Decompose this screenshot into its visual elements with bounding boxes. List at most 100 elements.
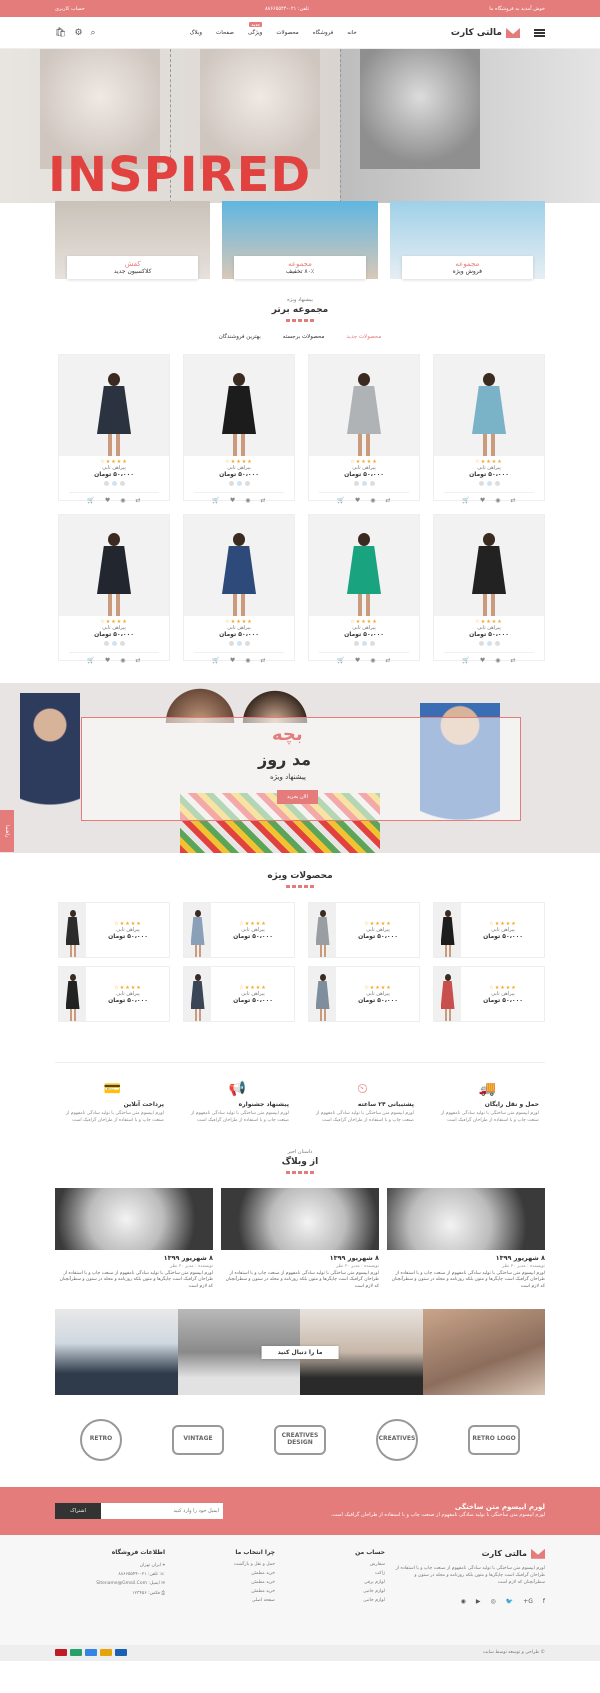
compare-icon[interactable]: ⇄: [386, 657, 391, 664]
blog-card[interactable]: ۸ شهریور ۱۳۹۹ نویسنده : مدیر ۲۰ نظر لورم…: [55, 1187, 213, 1291]
category-card[interactable]: مجموعه ۸۰٪ تخفیف: [222, 201, 378, 279]
gallery-image[interactable]: [422, 1308, 545, 1395]
settings-icon[interactable]: ⚙: [74, 28, 82, 38]
cart-icon[interactable]: 🛒: [337, 497, 344, 504]
color-swatch[interactable]: [486, 641, 492, 646]
footer-link[interactable]: خرید مطمئن: [175, 1589, 275, 1594]
tab-best-sellers[interactable]: بهترین فروشندگان: [219, 334, 261, 340]
product-image[interactable]: [59, 355, 169, 456]
cart-icon[interactable]: 🛒: [462, 497, 469, 504]
color-swatch[interactable]: [228, 481, 234, 486]
color-swatch[interactable]: [369, 641, 375, 646]
instagram-icon[interactable]: ◎: [490, 1598, 495, 1605]
brand-logo[interactable]: CREATIVES: [376, 1418, 418, 1461]
product-image[interactable]: [184, 515, 294, 616]
color-swatch[interactable]: [119, 481, 125, 486]
email-text[interactable]: ایمیل: Sitename@Gmail.Com: [96, 1581, 160, 1586]
subscribe-button[interactable]: اشتراک: [55, 1502, 101, 1519]
featured-product-card[interactable]: ★★★★☆ پیراهن تابی ۵۰،۰۰۰ تومان: [433, 902, 545, 958]
shop-now-button[interactable]: الان بخرید: [277, 790, 318, 804]
featured-product-card[interactable]: ★★★★☆ پیراهن تابی ۵۰،۰۰۰ تومان: [308, 902, 420, 958]
color-swatch[interactable]: [361, 641, 367, 646]
product-card[interactable]: ★★★★☆ پیراهن تابی ۵۰،۰۰۰ تومان ⇄ ◉ ♥ 🛒: [183, 514, 295, 664]
product-image[interactable]: [434, 355, 544, 456]
product-image[interactable]: [309, 515, 419, 616]
search-icon[interactable]: ⌕: [91, 28, 96, 38]
color-swatch[interactable]: [119, 641, 125, 646]
product-image[interactable]: [309, 355, 419, 456]
cart-icon[interactable]: 🛍: [55, 28, 66, 38]
brand-logo[interactable]: VINTAGE: [172, 1424, 224, 1455]
quick-view-icon[interactable]: ◉: [370, 657, 375, 664]
brand-logo[interactable]: RETRO: [80, 1418, 122, 1461]
product-image[interactable]: [309, 967, 336, 1021]
color-swatch[interactable]: [244, 481, 250, 486]
color-swatch[interactable]: [361, 481, 367, 486]
blog-card[interactable]: ۸ شهریور ۱۳۹۹ نویسنده : مدیر ۲۰ نظر لورم…: [387, 1187, 545, 1291]
footer-link[interactable]: لوازم جانبی: [285, 1598, 385, 1603]
tab-featured-products[interactable]: محصولات برجسته: [283, 334, 325, 340]
brand-logo[interactable]: CREATIVES DESIGN: [274, 1424, 326, 1455]
video-icon[interactable]: ▶: [476, 1598, 481, 1605]
hero-slider[interactable]: INSPIRED: [0, 49, 600, 203]
menu-icon[interactable]: [534, 29, 545, 37]
nav-item-pages[interactable]: صفحات: [216, 30, 234, 36]
footer-logo[interactable]: مالتی کارت: [395, 1548, 545, 1559]
color-swatch[interactable]: [111, 481, 117, 486]
product-card[interactable]: ★★★★☆ پیراهن تابی ۵۰،۰۰۰ تومان ⇄ ◉ ♥ 🛒: [58, 514, 170, 664]
nav-item-shop[interactable]: فروشگاه: [313, 30, 334, 36]
rss-icon[interactable]: ◉: [461, 1598, 466, 1605]
product-image[interactable]: [434, 515, 544, 616]
heart-icon[interactable]: ♥: [230, 497, 235, 504]
color-swatch[interactable]: [228, 641, 234, 646]
product-image[interactable]: [184, 355, 294, 456]
follow-us-button[interactable]: ما را دنبال کنید: [261, 1345, 339, 1359]
product-image[interactable]: [59, 515, 169, 616]
heart-icon[interactable]: ♥: [480, 497, 485, 504]
product-image[interactable]: [184, 903, 211, 957]
product-card[interactable]: ★★★★☆ پیراهن تابی ۵۰،۰۰۰ تومان ⇄ ◉ ♥ 🛒: [183, 354, 295, 504]
featured-product-card[interactable]: ★★★★☆ پیراهن تابی ۵۰،۰۰۰ تومان: [308, 966, 420, 1022]
footer-link[interactable]: حمل و نقل و بازگشت: [175, 1562, 275, 1567]
quick-view-icon[interactable]: ◉: [495, 497, 500, 504]
color-swatch[interactable]: [103, 641, 109, 646]
facebook-icon[interactable]: f: [543, 1598, 545, 1605]
featured-product-card[interactable]: ★★★★☆ پیراهن تابی ۵۰،۰۰۰ تومان: [183, 966, 295, 1022]
compare-icon[interactable]: ⇄: [136, 657, 141, 664]
color-swatch[interactable]: [111, 641, 117, 646]
nav-item-blog[interactable]: وبلاگ: [190, 30, 202, 36]
compare-icon[interactable]: ⇄: [136, 497, 141, 504]
featured-product-card[interactable]: ★★★★☆ پیراهن تابی ۵۰،۰۰۰ تومان: [433, 966, 545, 1022]
quick-view-icon[interactable]: ◉: [120, 657, 125, 664]
twitter-icon[interactable]: 🐦: [506, 1598, 513, 1605]
color-swatch[interactable]: [478, 481, 484, 486]
cart-icon[interactable]: 🛒: [212, 657, 219, 664]
featured-product-card[interactable]: ★★★★☆ پیراهن تابی ۵۰،۰۰۰ تومان: [58, 966, 170, 1022]
email-field[interactable]: [101, 1502, 223, 1519]
color-swatch[interactable]: [353, 641, 359, 646]
footer-link[interactable]: صفحه اصلی: [175, 1598, 275, 1603]
compare-icon[interactable]: ⇄: [386, 497, 391, 504]
google-plus-icon[interactable]: G+: [523, 1598, 533, 1605]
product-card[interactable]: ★★★★☆ پیراهن تابی ۵۰،۰۰۰ تومان ⇄ ◉ ♥ 🛒: [308, 514, 420, 664]
quick-view-icon[interactable]: ◉: [120, 497, 125, 504]
compare-icon[interactable]: ⇄: [511, 657, 516, 664]
cart-icon[interactable]: 🛒: [337, 657, 344, 664]
heart-icon[interactable]: ♥: [105, 497, 110, 504]
cart-icon[interactable]: 🛒: [87, 657, 94, 664]
brand-logo[interactable]: RETRO LOGO: [468, 1424, 520, 1455]
category-card[interactable]: مجموعه فروش ویژه: [389, 201, 545, 279]
compare-icon[interactable]: ⇄: [511, 497, 516, 504]
footer-link[interactable]: لوازم جانبی: [285, 1589, 385, 1594]
featured-product-card[interactable]: ★★★★☆ پیراهن تابی ۵۰،۰۰۰ تومان: [58, 902, 170, 958]
product-card[interactable]: ★★★★☆ پیراهن تابی ۵۰،۰۰۰ تومان ⇄ ◉ ♥ 🛒: [433, 354, 545, 504]
heart-icon[interactable]: ♥: [355, 497, 360, 504]
cart-icon[interactable]: 🛒: [212, 497, 219, 504]
compare-icon[interactable]: ⇄: [261, 497, 266, 504]
account-link[interactable]: حساب کاربری: [55, 6, 85, 12]
featured-product-card[interactable]: ★★★★☆ پیراهن تابی ۵۰،۰۰۰ تومان: [183, 902, 295, 958]
footer-link[interactable]: ژاکت: [285, 1571, 385, 1576]
footer-link[interactable]: خرید مطمئن: [175, 1580, 275, 1585]
color-swatch[interactable]: [236, 481, 242, 486]
product-image[interactable]: [434, 903, 461, 957]
